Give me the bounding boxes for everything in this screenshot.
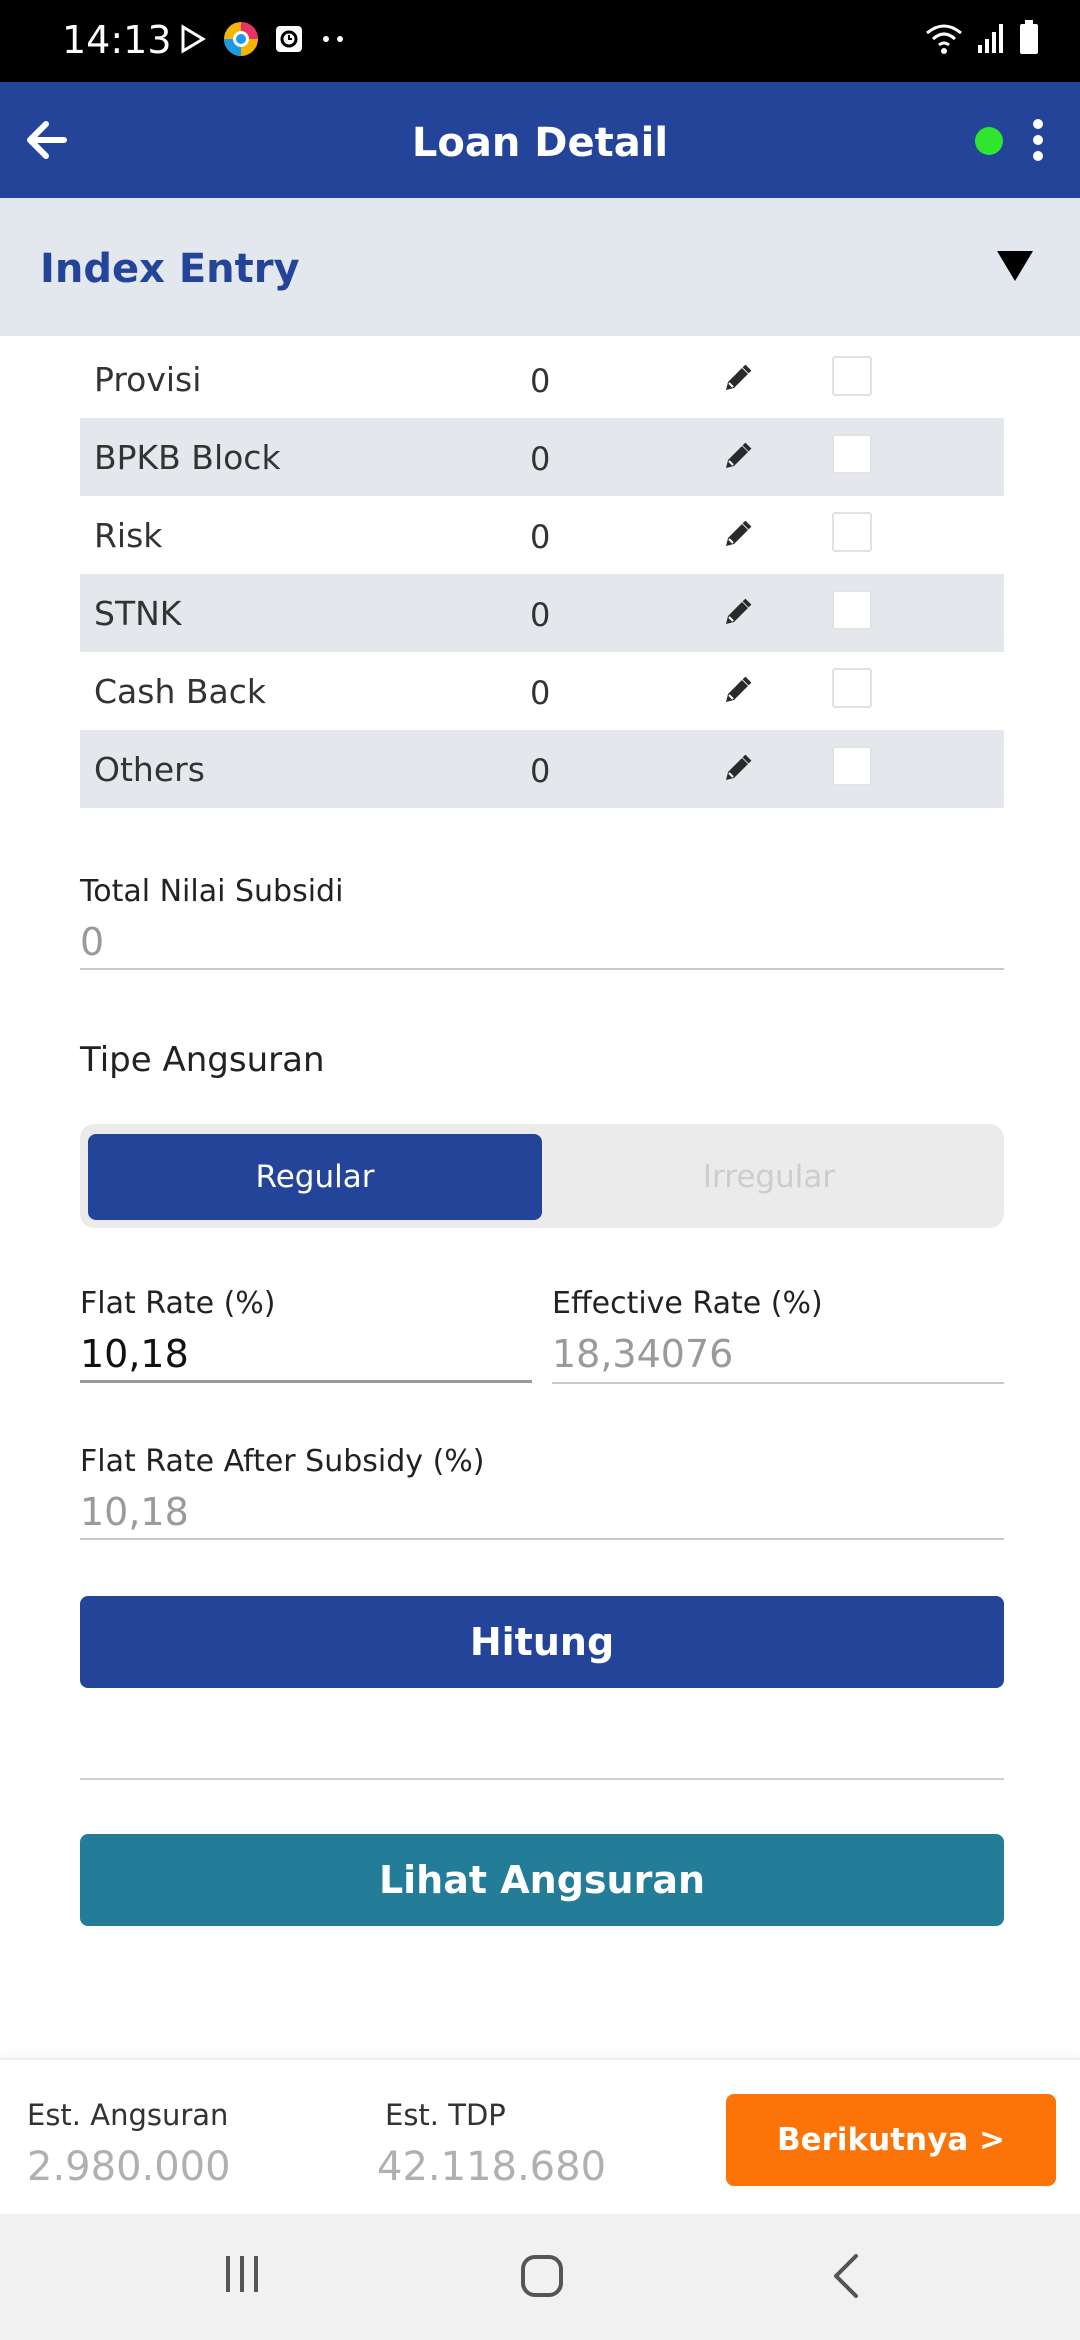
row-value: 0 (530, 440, 551, 478)
row-value: 0 (530, 596, 551, 634)
triangle-down-icon[interactable] (996, 250, 1034, 282)
battery-icon (1020, 20, 1038, 54)
clock-app-icon (276, 26, 302, 52)
table-row: STNK 0 (80, 574, 1004, 652)
next-button[interactable]: Berikutnya > (726, 2094, 1056, 2186)
row-checkbox[interactable] (832, 746, 872, 786)
flat-rate-input[interactable]: 10,18 (80, 1332, 189, 1376)
effective-rate-value: 18,34076 (552, 1332, 734, 1376)
more-vertical-icon[interactable] (1028, 116, 1048, 164)
row-value: 0 (530, 518, 551, 556)
summary-bar: Est. Angsuran 2.980.000 Est. TDP 42.118.… (0, 2058, 1080, 2214)
browser-icon (224, 22, 258, 56)
more-dots-icon (323, 36, 343, 42)
row-label: BPKB Block (94, 438, 281, 477)
total-subsidy-value: 0 (80, 920, 105, 964)
row-label: Risk (94, 516, 163, 555)
home-icon[interactable] (520, 2254, 564, 2298)
pencil-icon[interactable] (720, 674, 754, 708)
section-title: Index Entry (40, 246, 300, 292)
pencil-icon[interactable] (720, 596, 754, 630)
total-subsidy-label: Total Nilai Subsidi (80, 874, 344, 909)
regular-option[interactable]: Regular (88, 1134, 542, 1220)
table-row: Risk 0 (80, 496, 1004, 574)
play-store-icon (181, 24, 206, 54)
row-value: 0 (530, 362, 551, 400)
installment-type-label: Tipe Angsuran (80, 1040, 325, 1080)
row-label: Cash Back (94, 672, 266, 711)
total-subsidy-underline (80, 968, 1004, 970)
flat-rate-after-subsidy-label: Flat Rate After Subsidy (%) (80, 1444, 485, 1479)
status-icons-right (924, 20, 1040, 56)
flat-rate-after-subsidy-value: 10,18 (80, 1490, 189, 1534)
pencil-icon[interactable] (720, 362, 754, 396)
signal-icon (978, 24, 1003, 53)
row-checkbox[interactable] (832, 590, 872, 630)
flat-rate-label: Flat Rate (%) (80, 1286, 276, 1321)
page-title: Loan Detail (411, 120, 669, 166)
wifi-icon (926, 24, 962, 54)
status-bar: 14:13 (0, 0, 1080, 82)
row-label: Others (94, 750, 205, 789)
divider (80, 1778, 1004, 1780)
calculate-button[interactable]: Hitung (80, 1596, 1004, 1688)
installment-type-toggle: Regular Irregular (80, 1124, 1004, 1228)
row-label: STNK (94, 594, 182, 633)
row-value: 0 (530, 752, 551, 790)
status-time: 14:13 (62, 18, 172, 62)
table-row: Provisi 0 (80, 340, 1004, 418)
effective-rate-underline (552, 1382, 1004, 1384)
online-status-dot (975, 127, 1003, 155)
index-entry-header[interactable]: Index Entry (0, 198, 1080, 336)
table-row: Cash Back 0 (80, 652, 1004, 730)
row-value: 0 (530, 674, 551, 712)
recent-apps-icon[interactable] (222, 2254, 262, 2294)
flat-rate-after-subsidy-underline (80, 1538, 1004, 1540)
irregular-option[interactable]: Irregular (542, 1134, 996, 1220)
pencil-icon[interactable] (720, 440, 754, 474)
pencil-icon[interactable] (720, 518, 754, 552)
est-installment-value: 2.980.000 (27, 2144, 231, 2190)
row-checkbox[interactable] (832, 356, 872, 396)
row-checkbox[interactable] (832, 668, 872, 708)
est-installment-label: Est. Angsuran (27, 2098, 229, 2132)
row-checkbox[interactable] (832, 434, 872, 474)
est-tdp-value: 42.118.680 (377, 2144, 607, 2190)
row-label: Provisi (94, 360, 202, 399)
row-checkbox[interactable] (832, 512, 872, 552)
nav-back-icon[interactable] (830, 2254, 860, 2298)
est-tdp-label: Est. TDP (385, 2098, 506, 2132)
pencil-icon[interactable] (720, 752, 754, 786)
effective-rate-label: Effective Rate (%) (552, 1286, 823, 1321)
status-icons-left (178, 20, 348, 58)
system-nav-bar (0, 2214, 1080, 2340)
view-installments-button[interactable]: Lihat Angsuran (80, 1834, 1004, 1926)
app-bar: Loan Detail (0, 82, 1080, 198)
subsidy-table: Provisi 0 BPKB Block 0 Risk 0 STNK 0 Cash Back 0 O… (80, 340, 1004, 808)
flat-rate-underline (80, 1380, 532, 1383)
table-row: Others 0 (80, 730, 1004, 808)
table-row: BPKB Block 0 (80, 418, 1004, 496)
